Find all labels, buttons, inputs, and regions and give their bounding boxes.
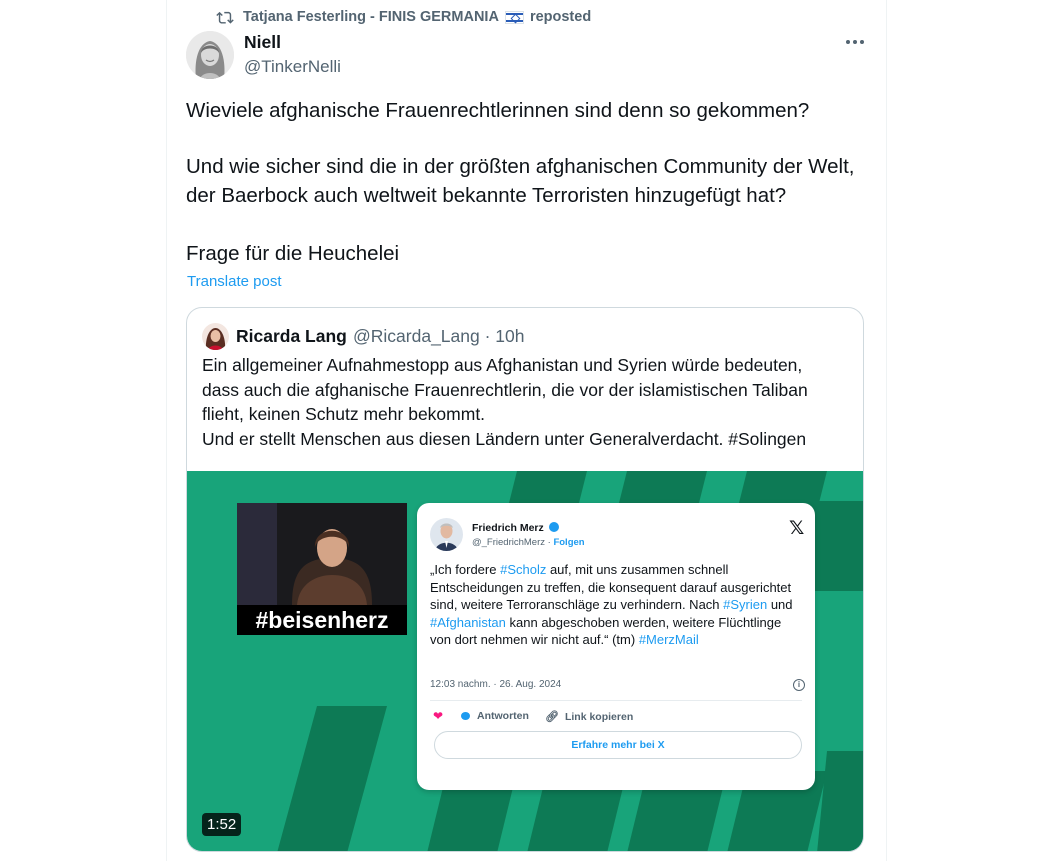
quote-author-name[interactable]: Ricarda Lang [236,326,347,347]
heart-icon: ❤ [433,709,444,723]
video-player[interactable]: #beisenherz Friedrich Merz @_FriedrichMe… [187,471,863,851]
quote-text-line: flieht, keinen Schutz mehr bekommt. [202,404,486,424]
x-logo-icon: 𝕏 [789,518,805,539]
quoted-post[interactable]: Ricarda Lang @Ricarda_Lang · 10h Ein all… [186,307,864,852]
embedded-text-part: „Ich fordere [430,562,501,577]
embedded-author-name: Friedrich Merz [472,522,559,534]
embedded-hashtag: #MerzMail [638,632,699,647]
embedded-text-part: und [767,597,793,612]
video-hashtag: #beisenherz [237,605,407,635]
quote-author-handle: @Ricarda_Lang · 10h [353,326,525,347]
translate-post-link[interactable]: Translate post [187,273,282,290]
verified-badge-icon [548,522,559,532]
post-text-paragraph-2: Und wie sicher sind die in der größten a… [186,155,855,207]
embedded-reply-label: Antworten [477,710,529,722]
reply-bubble-icon [461,712,470,720]
post-text-line-1: Wieviele afghanische Frauenrechtlerinnen… [186,99,810,122]
embedded-hashtag: #Scholz [500,562,547,577]
embedded-post-text: „Ich fordere #Scholz auf, mit uns zusamm… [430,561,800,649]
embedded-name-text: Friedrich Merz [472,522,544,534]
author-handle[interactable]: @TinkerNelli [244,57,341,77]
embedded-post-card: Friedrich Merz @_FriedrichMerz · Folgen … [417,503,815,790]
info-icon: i [793,679,805,691]
embedded-date: 12:03 nachm. · 26. Aug. 2024 [430,679,562,690]
quote-text-line: Ein allgemeiner Aufnahmestopp aus Afghan… [202,355,803,375]
more-options-icon[interactable] [842,30,868,54]
repost-header[interactable]: Tatjana Festerling - FINIS GERMANIA repo… [216,7,591,27]
embedded-reply: Antworten [461,710,529,722]
embedded-hashtag: #Afghanistan [430,614,506,630]
video-thumbnail: #beisenherz [237,503,407,635]
embedded-handle-text: @_FriedrichMerz [472,537,545,548]
repost-label: reposted [529,9,592,25]
author-name[interactable]: Niell [244,32,281,53]
repost-icon [216,11,234,24]
embedded-learn-more-button: Erfahre mehr bei X [434,731,802,759]
embedded-avatar [430,518,463,551]
quote-text: Ein allgemeiner Aufnahmestopp aus Afghan… [202,353,852,451]
embedded-copy-label: Link kopieren [564,710,634,723]
divider [430,700,802,701]
embedded-follow-label: Folgen [553,537,585,548]
post-text-line-3: Frage für die Heuchelei [186,242,400,265]
israel-flag-icon [504,10,524,24]
embedded-hashtag: #Syrien [723,597,768,612]
link-icon: 🔗︎ [545,711,559,723]
embedded-copy-link: 🔗︎ Link kopieren [545,710,634,724]
repost-user-name[interactable]: Tatjana Festerling - FINIS GERMANIA [243,9,499,25]
quote-avatar[interactable] [202,323,229,350]
quote-handle-text[interactable]: @Ricarda_Lang [353,326,480,346]
quote-text-line: dass auch die afghanische Frauenrechtler… [202,379,808,400]
embedded-handle: @_FriedrichMerz · Folgen [472,537,585,548]
quote-time: · 10h [484,326,525,346]
video-duration-badge: 1:52 [202,813,242,836]
avatar[interactable] [186,31,234,79]
quote-text-line: Und er stellt Menschen aus diesen Länder… [202,428,807,449]
